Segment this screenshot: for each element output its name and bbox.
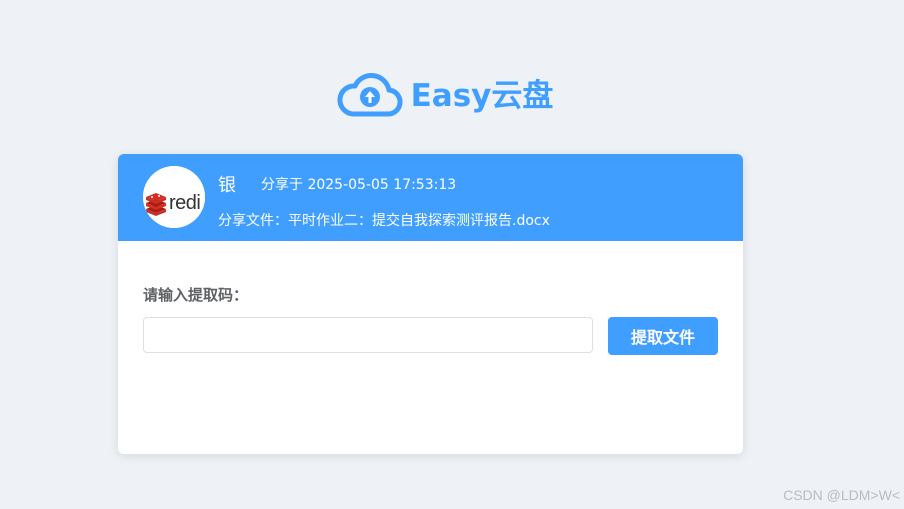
- share-card: redi 银 分享于 2025-05-05 17:53:13 分享文件：平时作业…: [118, 154, 743, 454]
- extract-code-label: 请输入提取码：: [143, 286, 249, 304]
- share-time: 分享于 2025-05-05 17:53:13: [261, 177, 457, 193]
- extract-file-button[interactable]: 提取文件: [608, 317, 718, 355]
- brand-logo[interactable]: Easy云盘: [331, 62, 554, 122]
- watermark: CSDN @LDM>W<: [783, 487, 900, 503]
- avatar-logo-text: redi: [169, 192, 201, 214]
- share-file-name: 分享文件：平时作业二：提交自我探索测评报告.docx: [218, 213, 550, 229]
- extract-code-input[interactable]: [143, 317, 593, 353]
- brand-name: Easy云盘: [410, 77, 554, 114]
- avatar[interactable]: redi: [143, 166, 205, 228]
- cloud-upload-icon: [337, 73, 403, 117]
- share-user-name: 银: [218, 175, 236, 196]
- share-info-header: redi 银 分享于 2025-05-05 17:53:13 分享文件：平时作业…: [118, 154, 743, 241]
- app-header: Easy云盘: [0, 62, 904, 122]
